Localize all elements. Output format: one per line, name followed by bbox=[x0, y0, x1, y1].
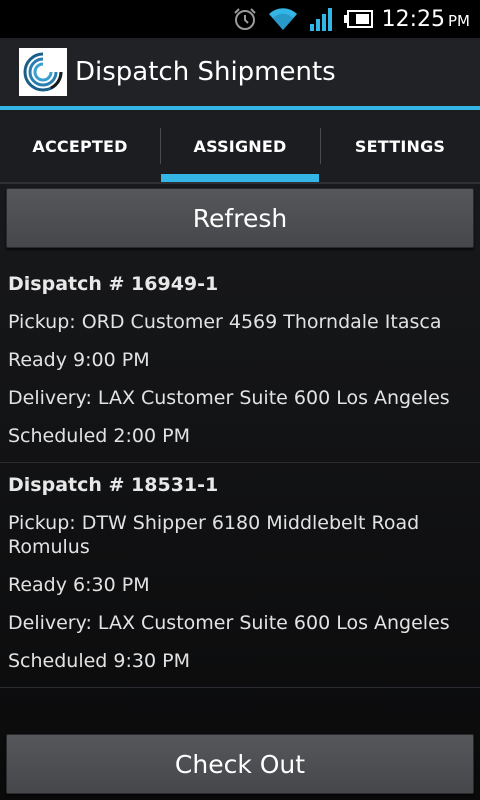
action-bar: Dispatch Shipments bbox=[0, 38, 480, 110]
content-area: Refresh Dispatch # 16949-1 Pickup: ORD C… bbox=[0, 184, 480, 800]
check-out-button[interactable]: Check Out bbox=[6, 734, 474, 794]
dispatch-number: Dispatch # 18531-1 bbox=[8, 474, 219, 496]
battery-icon bbox=[343, 9, 374, 29]
scheduled-time: Scheduled 2:00 PM bbox=[8, 425, 190, 447]
tab-bar: ACCEPTED ASSIGNED SETTINGS bbox=[0, 110, 480, 184]
alarm-icon bbox=[232, 6, 258, 32]
scheduled-time: Scheduled 9:30 PM bbox=[8, 650, 190, 672]
ready-time: Ready 6:30 PM bbox=[8, 574, 150, 596]
tab-settings[interactable]: SETTINGS bbox=[320, 110, 480, 182]
ready-time: Ready 9:00 PM bbox=[8, 349, 150, 371]
delivery-text: Delivery: LAX Customer Suite 600 Los Ang… bbox=[8, 612, 450, 634]
app-title: Dispatch Shipments bbox=[75, 57, 336, 87]
wifi-icon bbox=[268, 6, 298, 32]
pickup-text: Pickup: ORD Customer 4569 Thorndale Itas… bbox=[8, 311, 442, 333]
tab-accepted[interactable]: ACCEPTED bbox=[0, 110, 160, 182]
dispatch-number: Dispatch # 16949-1 bbox=[8, 273, 219, 295]
status-bar: 12:25 PM bbox=[0, 0, 480, 38]
refresh-button[interactable]: Refresh bbox=[6, 188, 474, 248]
dispatch-list[interactable]: Dispatch # 16949-1 Pickup: ORD Customer … bbox=[0, 262, 480, 688]
app-logo-icon[interactable] bbox=[19, 48, 67, 96]
signal-icon bbox=[308, 6, 334, 32]
list-item[interactable]: Dispatch # 18531-1 Pickup: DTW Shipper 6… bbox=[0, 463, 480, 688]
pickup-text: Pickup: DTW Shipper 6180 Middlebelt Road… bbox=[8, 512, 420, 558]
tab-assigned[interactable]: ASSIGNED bbox=[160, 110, 320, 182]
list-item[interactable]: Dispatch # 16949-1 Pickup: ORD Customer … bbox=[0, 262, 480, 463]
clock: 12:25 PM bbox=[381, 6, 470, 32]
delivery-text: Delivery: LAX Customer Suite 600 Los Ang… bbox=[8, 387, 450, 409]
